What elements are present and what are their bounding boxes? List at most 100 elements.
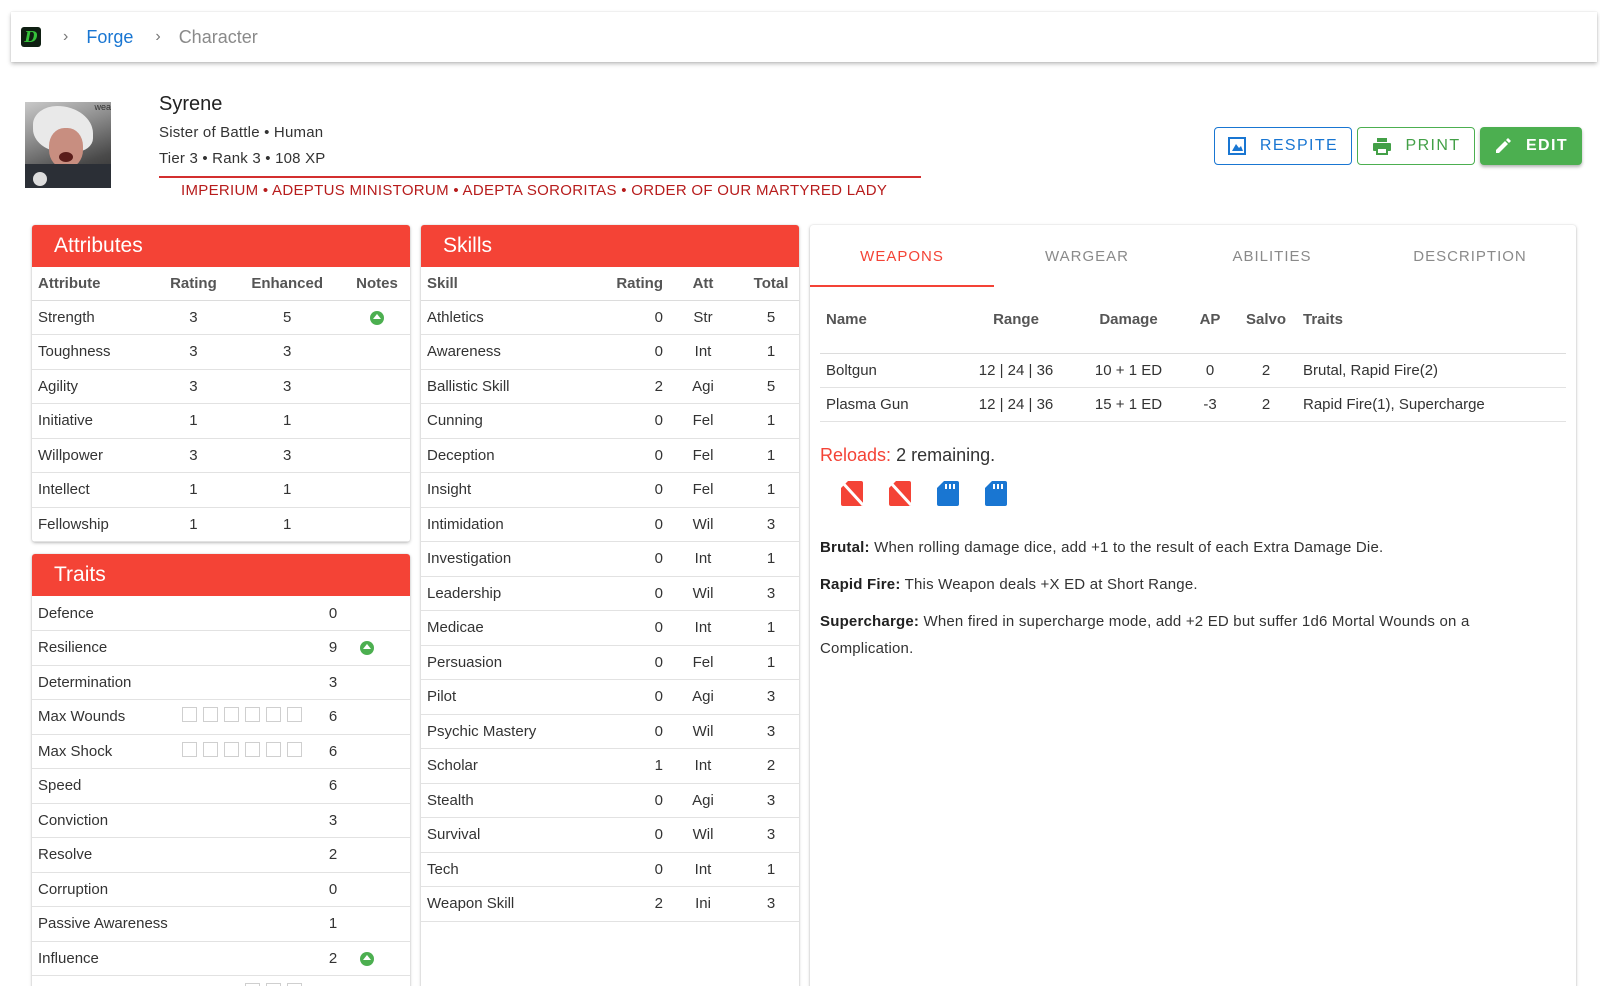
respite-button[interactable]: RESPITE (1214, 127, 1352, 165)
app-logo-icon[interactable]: D (21, 27, 41, 47)
tracker-cell (182, 734, 318, 769)
table-cell: Pilot (421, 679, 606, 715)
table-row: Persuasion 0 Fel 1 (421, 645, 799, 680)
arrow-up-circle-icon[interactable] (360, 951, 374, 966)
notes-cell (348, 941, 410, 976)
table-cell: 1 (230, 472, 344, 508)
trait-description: Brutal: When rolling damage dice, add +1… (820, 534, 1540, 561)
tracker-checkbox[interactable] (266, 707, 281, 723)
table-cell: 1 (156, 507, 231, 542)
table-cell: Agi (663, 369, 743, 404)
ammo-full-icon[interactable] (984, 479, 1008, 507)
table-row: Insight 0 Fel 1 (421, 472, 799, 508)
table-cell: 1 (743, 438, 799, 473)
notes-cell (343, 472, 410, 508)
table-cell: 3 (743, 679, 799, 715)
tracker-cell (182, 941, 318, 976)
tab-wargear[interactable]: WARGEAR (994, 225, 1180, 287)
table-cell: 1 (743, 645, 799, 680)
table-cell: 0 (606, 679, 663, 715)
skills-table: Skill Rating Att Total Athletics 0 Str 5 Awa… (421, 267, 799, 922)
table-row: Toughness 3 3 (32, 334, 410, 370)
tracker-checkbox[interactable] (287, 707, 302, 723)
table-cell: Passive Awareness (32, 906, 182, 942)
arrow-up-circle-icon[interactable] (360, 641, 374, 656)
ammo-full-icon[interactable] (936, 479, 960, 507)
table-cell: 0 (606, 852, 663, 887)
notes-cell (348, 734, 410, 769)
tracker-cell (182, 699, 318, 735)
table-row: Speed 6 (32, 768, 410, 804)
trait-description: Supercharge: When fired in supercharge m… (820, 608, 1540, 662)
table-cell: Fel (663, 438, 743, 473)
table-cell: Int (663, 610, 743, 646)
tracker-checkbox[interactable] (203, 741, 218, 757)
ammo-tracker (840, 479, 1008, 507)
table-cell: Survival (421, 817, 606, 853)
attributes-card: Attributes Attribute Rating Enhanced Not… (32, 225, 410, 542)
table-row: Intellect 1 1 (32, 472, 410, 508)
table-cell: Boltgun (820, 353, 960, 388)
table-cell: Weapon Skill (421, 886, 606, 922)
table-cell: 3 (743, 783, 799, 818)
col-header: Name (820, 287, 960, 354)
table-cell: 0 (318, 872, 348, 907)
table-row: Strength 3 5 (32, 300, 410, 335)
tracker-checkbox[interactable] (182, 741, 197, 757)
table-cell: Ballistic Skill (421, 369, 606, 404)
table-row: Tech 0 Int 1 (421, 852, 799, 887)
table-row: Scholar 1 Int 2 (421, 748, 799, 784)
tracker-checkbox[interactable] (203, 707, 218, 723)
tab-description[interactable]: DESCRIPTION (1364, 225, 1576, 287)
table-cell: 3 (156, 334, 231, 370)
table-cell: 3 (743, 507, 799, 542)
table-cell: Wil (663, 576, 743, 611)
notes-cell (348, 630, 410, 666)
trait-description: Rapid Fire: This Weapon deals +X ED at S… (820, 571, 1540, 598)
tab-weapons[interactable]: WEAPONS (810, 225, 994, 287)
print-button[interactable]: PRINT (1357, 127, 1475, 165)
chevron-right-icon: › (155, 28, 161, 45)
character-avatar: wea (25, 102, 111, 188)
table-cell: Fellowship (32, 507, 157, 542)
tracker-checkbox[interactable] (245, 741, 260, 757)
breadcrumb-forge-link[interactable]: Forge (86, 27, 133, 48)
weapons-table-wrap: Name Range Damage AP Salvo Traits Boltgu… (820, 287, 1566, 422)
table-cell: Influence (32, 941, 182, 976)
table-cell: 1 (743, 610, 799, 646)
tracker-checkbox[interactable] (182, 707, 197, 723)
table-cell: 1 (230, 403, 344, 439)
tracker-checkbox[interactable] (224, 741, 239, 757)
trait-name: Brutal: (820, 539, 870, 556)
table-cell: 6 (318, 734, 348, 769)
tracker-checkbox[interactable] (287, 741, 302, 757)
tracker-checkbox[interactable] (245, 707, 260, 723)
table-cell: 1 (743, 472, 799, 508)
table-cell: Insight (421, 472, 606, 508)
table-cell: Stealth (421, 783, 606, 818)
tab-abilities[interactable]: ABILITIES (1180, 225, 1364, 287)
table-cell: Agi (663, 783, 743, 818)
table-cell: Wil (663, 714, 743, 749)
ammo-empty-icon[interactable] (840, 479, 864, 507)
reloads-label: Reloads: (820, 445, 892, 465)
tracker-checkbox[interactable] (224, 707, 239, 723)
traits-table: Defence 0 Resilience 9 Determination 3 Max Wou… (32, 596, 410, 986)
col-header: Traits (1297, 287, 1566, 354)
reloads-value: 2 remaining. (896, 445, 996, 465)
gear-panel: WEAPONS WARGEAR ABILITIES DESCRIPTION Na… (810, 225, 1576, 986)
notes-cell (348, 975, 410, 986)
arrow-up-circle-icon[interactable] (369, 310, 384, 325)
table-cell: 3 (156, 438, 231, 473)
ammo-empty-icon[interactable] (888, 479, 912, 507)
notes-cell (348, 872, 410, 907)
tracker-checkbox[interactable] (266, 741, 281, 757)
edit-button[interactable]: EDIT (1480, 127, 1582, 165)
table-cell: 0 (606, 507, 663, 542)
table-cell: 2 (318, 837, 348, 873)
table-cell: 5 (743, 369, 799, 404)
table-cell: Wil (663, 817, 743, 853)
table-cell: Defence (32, 596, 182, 631)
tracker-cell (182, 630, 318, 666)
character-faction: IMPERIUM • ADEPTUS MINISTORUM • ADEPTA S… (181, 182, 888, 199)
